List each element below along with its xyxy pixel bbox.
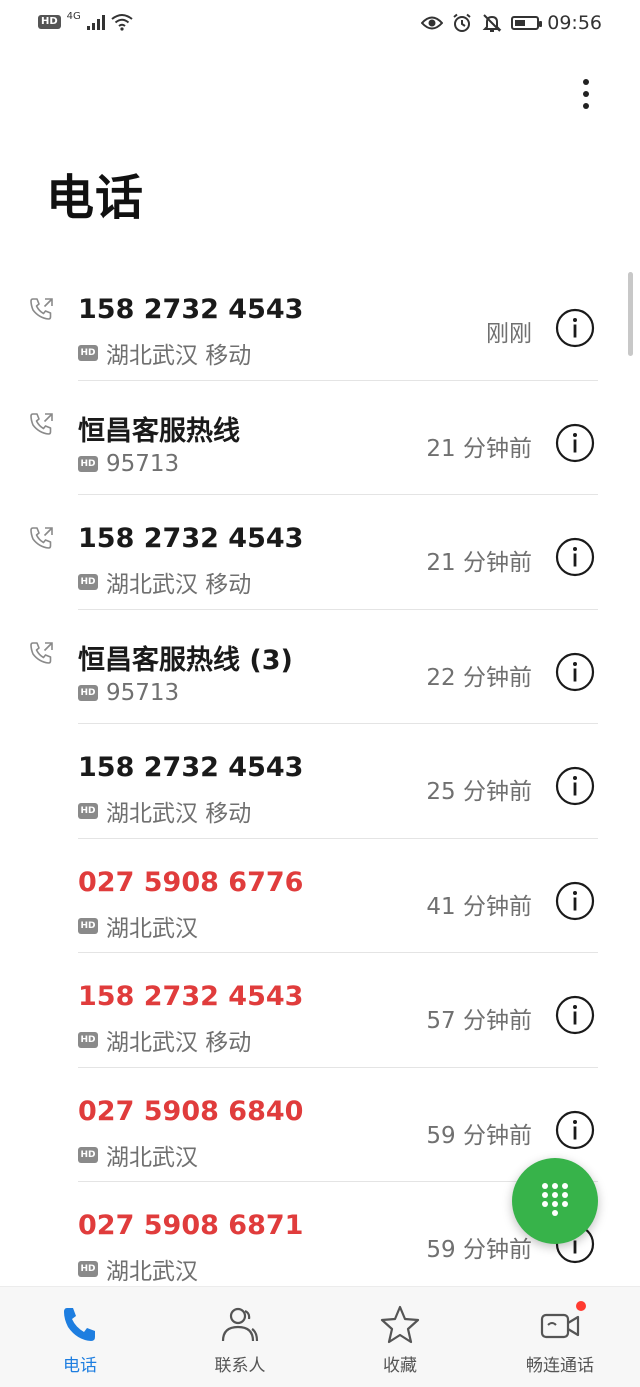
status-right: 09:56	[421, 12, 602, 34]
mute-icon	[481, 13, 503, 33]
caller-subtitle: HD 湖北武汉	[78, 1252, 198, 1286]
nav-meetime[interactable]: 畅连通话	[480, 1287, 640, 1387]
caller-name: 158 2732 4543	[78, 523, 304, 554]
hd-badge: HD	[38, 15, 61, 29]
outgoing-call-icon	[28, 411, 56, 437]
call-time: 刚刚	[486, 321, 532, 347]
status-time: 09:56	[547, 12, 602, 34]
outgoing-call-icon	[28, 296, 56, 322]
more-dot-icon	[583, 79, 589, 85]
more-options-button[interactable]	[568, 74, 604, 114]
hd-call-badge: HD	[78, 1261, 98, 1277]
hd-call-badge: HD	[78, 574, 98, 590]
caller-location: 湖北武汉 移动	[106, 801, 252, 827]
video-call-icon	[538, 1303, 582, 1347]
caller-subtitle: HD 95713	[78, 451, 179, 477]
nav-label: 联系人	[214, 1356, 266, 1376]
hd-call-badge: HD	[78, 455, 98, 472]
battery-icon	[511, 16, 543, 30]
call-log-row[interactable]: 恒昌客服热线 HD 95713 21 分钟前	[0, 381, 640, 495]
status-bar: HD 4G 09:56	[0, 0, 640, 44]
phone-icon	[58, 1303, 102, 1347]
call-log-row[interactable]: 158 2732 4543 HD 湖北武汉 移动 57 分钟前	[0, 953, 640, 1068]
more-dot-icon	[583, 103, 589, 109]
caller-subtitle: HD 湖北武汉	[78, 909, 198, 943]
caller-subtitle: HD 湖北武汉 移动	[78, 1023, 251, 1057]
call-time: 57 分钟前	[426, 1008, 532, 1034]
caller-subtitle: HD 95713	[78, 680, 179, 706]
call-log-row[interactable]: 158 2732 4543 HD 湖北武汉 移动 刚刚	[0, 266, 640, 381]
caller-subtitle: HD 湖北武汉 移动	[78, 336, 251, 370]
caller-name: 027 5908 6871	[78, 1210, 304, 1241]
caller-name: 158 2732 4543	[78, 294, 304, 325]
caller-name: 158 2732 4543	[78, 752, 304, 783]
nav-favorites[interactable]: 收藏	[320, 1287, 480, 1387]
caller-subtitle: HD 湖北武汉	[78, 1138, 198, 1172]
info-icon[interactable]	[555, 995, 595, 1035]
call-time: 22 分钟前	[426, 664, 532, 691]
contacts-icon	[218, 1303, 262, 1347]
hd-call-badge: HD	[78, 345, 98, 361]
hd-call-badge: HD	[78, 917, 98, 934]
call-time: 59 分钟前	[426, 1122, 532, 1149]
info-icon[interactable]	[555, 766, 595, 806]
call-log-row[interactable]: 027 5908 6776 HD 湖北武汉 41 分钟前	[0, 839, 640, 953]
hd-call-badge: HD	[78, 803, 98, 819]
nav-label: 畅连通话	[526, 1356, 594, 1376]
nav-phone[interactable]: 电话	[0, 1287, 160, 1387]
info-icon[interactable]	[555, 1110, 595, 1150]
caller-name: 158 2732 4543	[78, 981, 304, 1012]
more-dot-icon	[583, 91, 589, 97]
nav-label: 电话	[63, 1356, 97, 1376]
caller-location: 95713	[106, 679, 180, 706]
eye-icon	[421, 13, 444, 33]
caller-name: 恒昌客服热线	[78, 415, 240, 447]
call-time: 59 分钟前	[426, 1237, 532, 1263]
info-icon[interactable]	[555, 881, 595, 921]
bottom-navigation: 电话 联系人 收藏 畅连通话	[0, 1286, 640, 1387]
caller-location: 湖北武汉 移动	[106, 1030, 252, 1056]
info-icon[interactable]	[555, 423, 595, 463]
outgoing-call-icon	[28, 640, 56, 666]
call-time: 21 分钟前	[426, 550, 532, 576]
info-icon[interactable]	[555, 537, 595, 577]
info-icon[interactable]	[555, 652, 595, 692]
caller-location: 95713	[106, 450, 180, 477]
nav-contacts[interactable]: 联系人	[160, 1287, 320, 1387]
dialpad-icon	[540, 1181, 570, 1221]
caller-location: 湖北武汉 移动	[106, 572, 252, 598]
caller-location: 湖北武汉	[106, 1144, 198, 1171]
hd-call-badge: HD	[78, 1032, 98, 1048]
dialpad-button[interactable]	[512, 1158, 598, 1244]
wifi-icon	[111, 12, 133, 32]
outgoing-call-icon	[28, 525, 56, 551]
call-log-list: 158 2732 4543 HD 湖北武汉 移动 刚刚 恒昌客服热线 HD 95…	[0, 266, 640, 1297]
call-time: 21 分钟前	[426, 435, 532, 462]
status-left: HD 4G	[38, 10, 133, 32]
caller-location: 湖北武汉	[106, 1259, 198, 1285]
alarm-icon	[451, 13, 473, 33]
hd-call-badge: HD	[78, 684, 98, 701]
call-log-row[interactable]: 恒昌客服热线 (3) HD 95713 22 分钟前	[0, 610, 640, 724]
signal-icon	[86, 14, 105, 30]
caller-subtitle: HD 湖北武汉 移动	[78, 794, 251, 828]
star-icon	[378, 1303, 422, 1347]
page-title: 电话	[46, 170, 145, 226]
hd-call-badge: HD	[78, 1146, 98, 1163]
notification-dot	[576, 1301, 586, 1311]
caller-subtitle: HD 湖北武汉 移动	[78, 565, 251, 599]
info-icon[interactable]	[555, 308, 595, 348]
caller-name: 027 5908 6776	[78, 866, 304, 898]
scrollbar[interactable]	[628, 272, 633, 356]
caller-location: 湖北武汉 移动	[106, 343, 252, 369]
network-type: 4G	[66, 10, 81, 22]
call-time: 25 分钟前	[426, 779, 532, 805]
call-log-row[interactable]: 158 2732 4543 HD 湖北武汉 移动 25 分钟前	[0, 724, 640, 839]
caller-name: 恒昌客服热线 (3)	[78, 644, 293, 676]
call-time: 41 分钟前	[426, 893, 532, 920]
call-log-row[interactable]: 158 2732 4543 HD 湖北武汉 移动 21 分钟前	[0, 495, 640, 610]
caller-location: 湖北武汉	[106, 915, 198, 942]
nav-label: 收藏	[383, 1356, 417, 1376]
caller-name: 027 5908 6840	[78, 1095, 304, 1127]
